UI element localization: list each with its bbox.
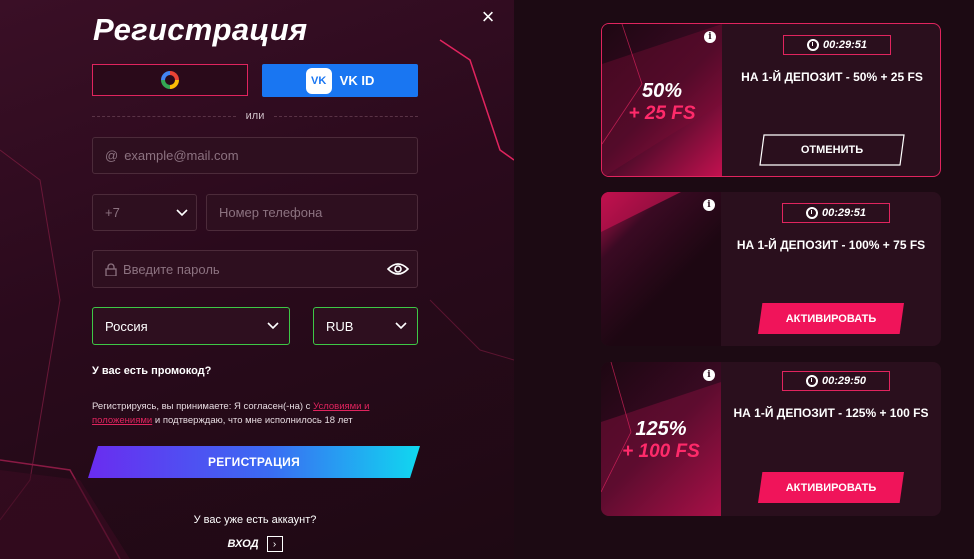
password-field[interactable] <box>92 250 418 288</box>
bonus-image: 50% + 25 FS i <box>602 24 722 176</box>
info-icon[interactable]: i <box>703 199 715 211</box>
bonus-fs: + 100 FS <box>622 441 700 462</box>
bonus-timer: 00:29:51 <box>782 203 890 223</box>
activate-bonus-button[interactable]: АКТИВИРОВАТЬ <box>758 303 904 334</box>
cancel-bonus-label: ОТМЕНИТЬ <box>800 144 864 156</box>
vk-login-button[interactable]: VK VK ID <box>262 64 418 97</box>
stopwatch-icon <box>805 375 818 387</box>
chevron-down-icon <box>176 206 188 220</box>
vk-icon: VK <box>305 67 332 94</box>
registration-panel: Регистрация × VK VK ID или @ +7 Россия <box>0 0 514 559</box>
bonus-card[interactable]: 50% + 25 FS i 00:29:51 НА 1-Й ДЕПОЗИТ - … <box>601 23 941 177</box>
login-label[interactable]: ВХОД <box>227 538 258 550</box>
promo-code-link[interactable]: У вас есть промокод? <box>92 365 211 377</box>
activate-bonus-button[interactable]: АКТИВИРОВАТЬ <box>758 472 904 503</box>
close-icon[interactable]: × <box>477 6 499 29</box>
timer-value: 00:29:50 <box>821 375 867 387</box>
terms-text: Регистрируясь, вы принимаете: Я согласен… <box>92 400 412 428</box>
divider-line <box>274 115 418 117</box>
bonus-offer-text: НА 1-Й ДЕПОЗИТ - 100% + 75 FS <box>736 238 926 252</box>
or-label: или <box>245 110 265 122</box>
cancel-bonus-button[interactable]: ОТМЕНИТЬ <box>759 134 905 166</box>
or-divider: или <box>92 110 418 122</box>
email-field[interactable]: @ <box>92 137 418 174</box>
bonus-timer: 00:29:50 <box>782 371 890 391</box>
phone-code-select[interactable]: +7 <box>92 194 197 231</box>
bonus-card[interactable]: i 00:29:51 НА 1-Й ДЕПОЗИТ - 100% + 75 FS… <box>601 192 941 346</box>
phone-field[interactable] <box>206 194 418 231</box>
bonus-offer-text: НА 1-Й ДЕПОЗИТ - 125% + 100 FS <box>733 406 929 420</box>
chevron-down-icon <box>395 319 407 333</box>
google-icon <box>161 71 179 89</box>
info-icon[interactable]: i <box>704 31 716 43</box>
country-value: Россия <box>105 318 148 334</box>
info-icon[interactable]: i <box>703 369 715 381</box>
page-title: Регистрация <box>93 12 308 47</box>
phone-input[interactable] <box>219 205 417 220</box>
bonus-image: i <box>601 192 721 346</box>
email-input[interactable] <box>124 148 417 163</box>
timer-value: 00:29:51 <box>822 39 868 51</box>
have-account-text: У вас уже есть аккаунт? <box>193 514 317 526</box>
phone-code-value: +7 <box>105 205 120 220</box>
currency-select[interactable]: RUB <box>313 307 418 345</box>
chevron-right-icon[interactable]: › <box>266 536 283 552</box>
country-select[interactable]: Россия <box>92 307 290 345</box>
google-login-button[interactable] <box>92 64 248 96</box>
divider-line <box>92 115 236 117</box>
bonus-offer-text: НА 1-Й ДЕПОЗИТ - 50% + 25 FS <box>741 70 923 84</box>
bonus-percent: 125% <box>635 418 687 440</box>
bonus-percent-block: 125% + 100 FS <box>601 418 721 463</box>
bonus-card[interactable]: 125% + 100 FS i 00:29:50 НА 1-Й ДЕПОЗИТ … <box>601 362 941 516</box>
terms-suffix: и подтверждаю, что мне исполнилось 18 ле… <box>152 415 353 426</box>
currency-value: RUB <box>326 318 354 334</box>
chevron-down-icon <box>267 319 279 333</box>
bonus-fs: + 25 FS <box>628 103 696 124</box>
bonus-percent-block: 50% + 25 FS <box>602 80 722 125</box>
stopwatch-icon <box>806 39 819 51</box>
bonus-timer: 00:29:51 <box>783 35 891 55</box>
login-link[interactable]: ВХОД › <box>92 536 418 552</box>
register-button[interactable]: РЕГИСТРАЦИЯ <box>88 446 420 478</box>
vk-button-label: VK ID <box>339 73 375 88</box>
bonus-panel: 50% + 25 FS i 00:29:51 НА 1-Й ДЕПОЗИТ - … <box>514 0 974 559</box>
at-icon: @ <box>105 148 119 163</box>
eye-icon[interactable] <box>387 262 409 276</box>
stopwatch-icon <box>805 207 818 219</box>
lock-icon <box>105 262 117 276</box>
bonus-percent: 50% <box>641 80 683 102</box>
terms-prefix: Регистрируясь, вы принимаете: Я согласен… <box>92 401 314 412</box>
bonus-image: 125% + 100 FS i <box>601 362 721 516</box>
timer-value: 00:29:51 <box>821 207 867 219</box>
password-input[interactable] <box>123 261 387 277</box>
